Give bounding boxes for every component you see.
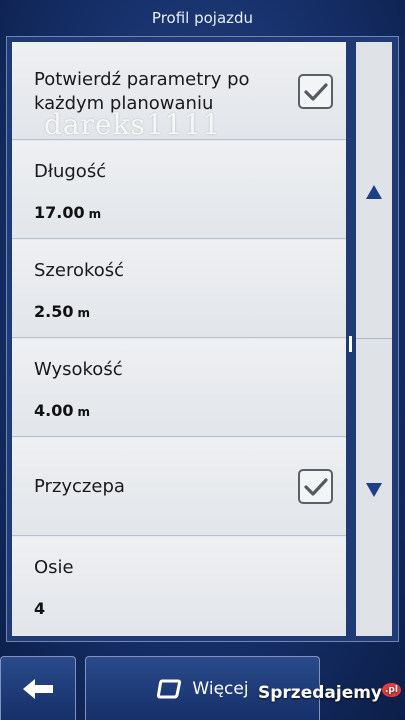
brand-badge: Sprzedajemy .pl bbox=[258, 683, 401, 703]
watermark: dareks1111 bbox=[44, 108, 222, 141]
title-bar: Profil pojazdu bbox=[0, 0, 405, 36]
unit-label: m bbox=[77, 306, 90, 320]
setting-value: 4 bbox=[34, 599, 46, 618]
more-label: Więcej bbox=[192, 678, 249, 699]
check-icon bbox=[303, 82, 328, 101]
setting-value: 4.00 m bbox=[34, 401, 90, 420]
scroll-divider bbox=[356, 338, 392, 339]
unit-label: m bbox=[77, 405, 90, 419]
setting-label: Wysokość bbox=[34, 359, 123, 380]
triangle-up-icon bbox=[366, 185, 382, 199]
confirm-parameters-checkbox[interactable] bbox=[298, 74, 333, 109]
setting-label: Przyczepa bbox=[34, 476, 125, 497]
setting-value: 17.00 m bbox=[34, 203, 101, 222]
unit-label: m bbox=[88, 207, 102, 221]
setting-row-height[interactable]: Wysokość 4.00 m bbox=[12, 339, 346, 437]
setting-label: Długość bbox=[34, 161, 107, 182]
height-value: 4.00 bbox=[34, 401, 74, 420]
scroll-column bbox=[356, 42, 392, 636]
back-button[interactable] bbox=[0, 656, 76, 720]
setting-label: Osie bbox=[34, 557, 74, 578]
width-value: 2.50 bbox=[34, 302, 74, 321]
rounded-square-icon bbox=[157, 679, 182, 698]
arrow-left-icon bbox=[23, 678, 53, 699]
setting-row-axles[interactable]: Osie 4 bbox=[12, 537, 346, 635]
triangle-down-icon bbox=[366, 483, 382, 497]
badge-text: Sprzedajemy bbox=[258, 683, 383, 703]
trailer-checkbox[interactable] bbox=[298, 469, 333, 504]
length-value: 17.00 bbox=[34, 203, 85, 222]
badge-suffix: .pl bbox=[382, 683, 401, 697]
page-title: Profil pojazdu bbox=[151, 9, 254, 27]
check-icon bbox=[303, 477, 328, 496]
setting-row-length[interactable]: Długość 17.00 m bbox=[12, 141, 346, 239]
scroll-up-button[interactable] bbox=[356, 162, 392, 222]
scroll-down-button[interactable] bbox=[356, 460, 392, 520]
setting-label: Szerokość bbox=[34, 260, 125, 281]
setting-row-width[interactable]: Szerokość 2.50 m bbox=[12, 240, 346, 338]
setting-row-trailer[interactable]: Przyczepa bbox=[12, 438, 346, 536]
scroll-thumb[interactable] bbox=[349, 336, 352, 352]
setting-value: 2.50 m bbox=[34, 302, 90, 321]
